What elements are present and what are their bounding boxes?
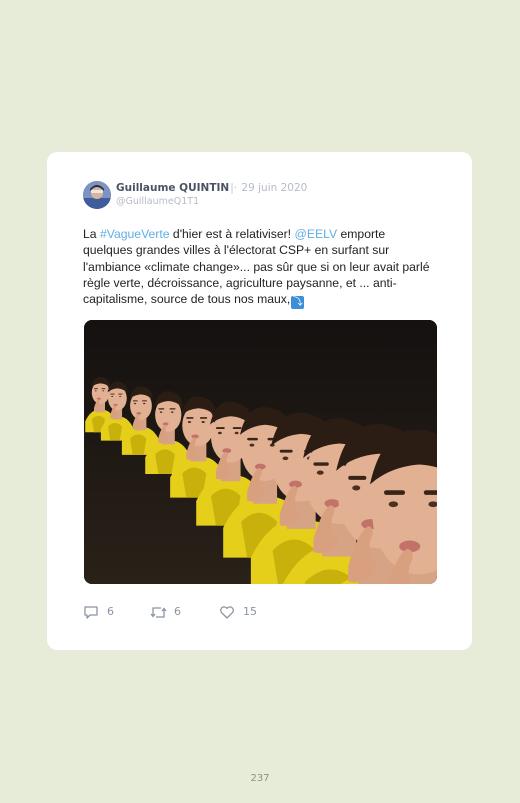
- author-line: Guillaume QUINTIN|· 29 juin 2020: [116, 182, 307, 194]
- gif-thinking-man-image: [84, 320, 437, 584]
- reply-icon: [84, 606, 98, 619]
- page-number: 237: [250, 773, 270, 784]
- tweet-media-gif[interactable]: [84, 320, 437, 584]
- tweet-card: Guillaume QUINTIN|· 29 juin 2020 @Guilla…: [47, 152, 472, 650]
- arrow-down-emoji-icon: ⤵: [291, 296, 305, 310]
- reply-count: 6: [107, 605, 114, 618]
- mention-link[interactable]: @EELV: [294, 227, 337, 241]
- retweet-count: 6: [174, 605, 181, 618]
- hashtag-link[interactable]: #VagueVerte: [100, 227, 170, 241]
- like-count: 15: [243, 605, 257, 618]
- text-segment: d'hier est à relativiser!: [169, 227, 295, 241]
- text-segment: La: [83, 227, 100, 241]
- author-name[interactable]: Guillaume QUINTIN: [116, 182, 229, 194]
- author-handle[interactable]: @GuillaumeQ1T1: [116, 196, 199, 207]
- separator: |·: [230, 182, 238, 194]
- heart-icon: [220, 606, 234, 619]
- author-avatar[interactable]: [83, 181, 111, 209]
- tweet-date[interactable]: 29 juin 2020: [241, 182, 307, 194]
- tweet-text: La #VagueVerte d'hier est à relativiser!…: [83, 226, 438, 310]
- retweet-icon: [150, 607, 167, 618]
